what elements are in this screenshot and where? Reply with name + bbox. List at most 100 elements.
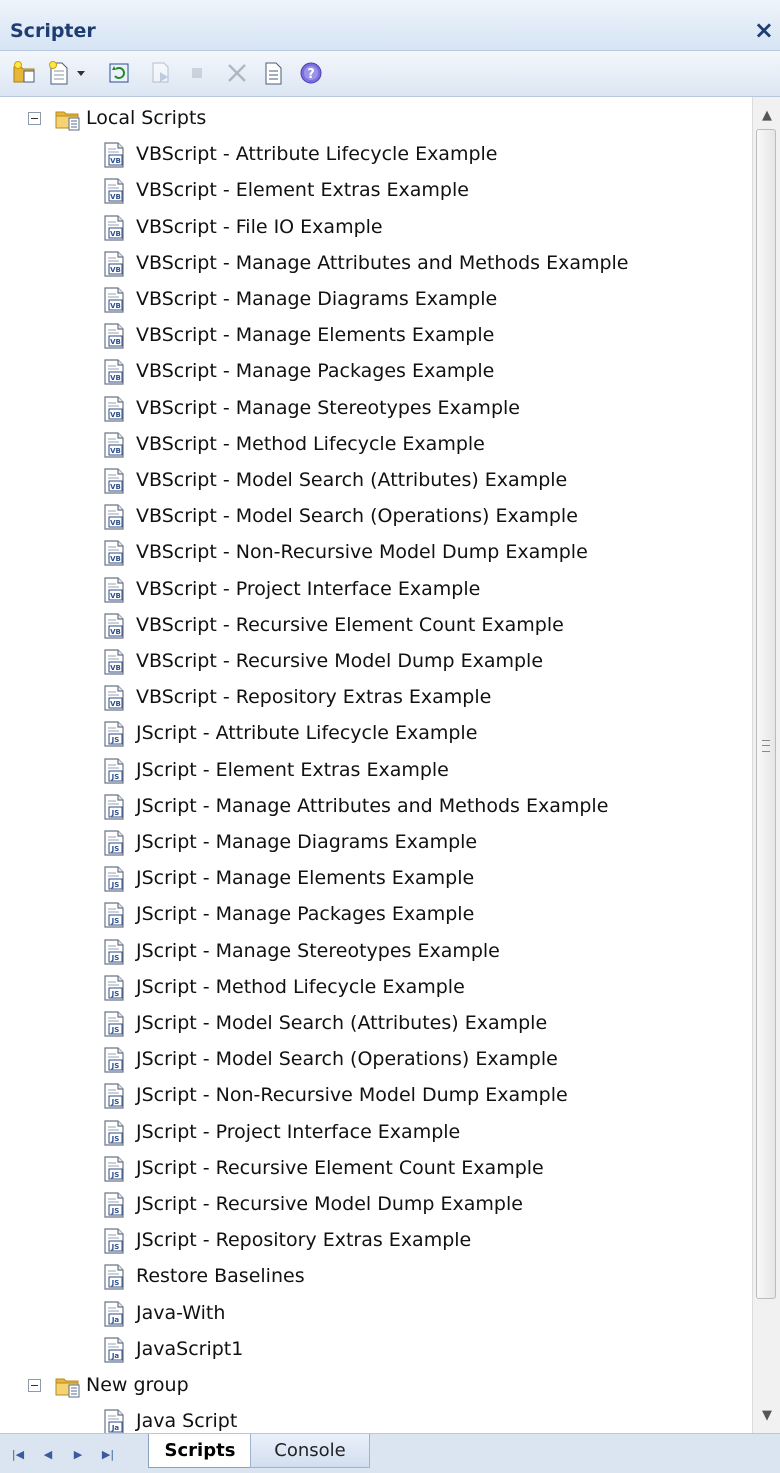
delete-button[interactable] bbox=[222, 59, 252, 87]
last-tab-button[interactable]: ▶| bbox=[98, 1444, 118, 1464]
close-button[interactable]: × bbox=[754, 16, 774, 44]
script-item[interactable]: VB VBScript - Attribute Lifecycle Exampl… bbox=[0, 137, 752, 173]
vbscript-file-icon: VB bbox=[104, 287, 124, 313]
svg-text:JS: JS bbox=[111, 845, 120, 853]
script-label: JScript - Manage Elements Example bbox=[136, 867, 475, 890]
svg-text:VB: VB bbox=[110, 266, 121, 274]
new-script-button[interactable] bbox=[44, 59, 74, 87]
script-item[interactable]: VB VBScript - Manage Packages Example bbox=[0, 354, 752, 390]
next-tab-button[interactable]: ▶ bbox=[68, 1444, 88, 1464]
script-item[interactable]: VB VBScript - Non-Recursive Model Dump E… bbox=[0, 535, 752, 571]
delete-icon bbox=[228, 64, 246, 82]
script-label: JScript - Manage Diagrams Example bbox=[136, 831, 478, 853]
script-item[interactable]: JS JScript - Recursive Element Count Exa… bbox=[0, 1151, 752, 1187]
script-label: VBScript - Method Lifecycle Example bbox=[136, 432, 485, 455]
svg-text:VB: VB bbox=[110, 374, 121, 382]
script-item[interactable]: JS JScript - Model Search (Operations) E… bbox=[0, 1042, 752, 1078]
vbscript-file-icon: VB bbox=[104, 359, 124, 385]
script-tree: Local Scripts VB VBScript - Attribute Li… bbox=[0, 97, 752, 1433]
script-item[interactable]: JS JScript - Manage Diagrams Example bbox=[0, 825, 752, 861]
script-item[interactable]: VB VBScript - Manage Stereotypes Example bbox=[0, 391, 752, 427]
script-item[interactable]: JS JScript - Manage Attributes and Metho… bbox=[0, 789, 752, 825]
vbscript-file-icon: VB bbox=[104, 540, 124, 566]
script-label: JScript - Recursive Element Count Exampl… bbox=[136, 1156, 544, 1179]
help-icon: ? bbox=[300, 62, 322, 84]
svg-text:JS: JS bbox=[111, 1062, 120, 1070]
tree-group[interactable]: Local Scripts bbox=[0, 101, 752, 137]
script-item[interactable]: JS JScript - Recursive Model Dump Exampl… bbox=[0, 1187, 752, 1223]
script-label: VBScript - Model Search (Attributes) Exa… bbox=[136, 469, 568, 491]
run-script-button[interactable] bbox=[146, 59, 176, 87]
script-label: VBScript - Attribute Lifecycle Example bbox=[136, 143, 498, 166]
new-script-dropdown[interactable] bbox=[74, 59, 88, 87]
svg-text:VB: VB bbox=[110, 193, 121, 201]
properties-button[interactable] bbox=[258, 59, 288, 87]
script-item[interactable]: VB VBScript - Model Search (Attributes) … bbox=[0, 463, 752, 499]
collapse-toggle[interactable] bbox=[28, 112, 41, 125]
script-item[interactable]: VB VBScript - Recursive Model Dump Examp… bbox=[0, 644, 752, 680]
script-item[interactable]: JS JScript - Attribute Lifecycle Example bbox=[0, 716, 752, 752]
group-label: Local Scripts bbox=[86, 107, 207, 129]
script-item[interactable]: Ja Java Script bbox=[0, 1404, 752, 1433]
script-item[interactable]: JS JScript - Repository Extras Example bbox=[0, 1223, 752, 1259]
jscript-file-icon: JS bbox=[104, 721, 124, 747]
scroll-thumb[interactable] bbox=[756, 129, 776, 1299]
script-item[interactable]: JS JScript - Element Extras Example bbox=[0, 753, 752, 789]
scroll-up-arrow[interactable]: ▲ bbox=[753, 101, 780, 129]
stop-script-button[interactable] bbox=[182, 59, 212, 87]
vbscript-file-icon: VB bbox=[104, 576, 124, 603]
script-item[interactable]: VB VBScript - Manage Elements Example bbox=[0, 318, 752, 354]
svg-text:VB: VB bbox=[110, 230, 121, 238]
tab-console[interactable]: Console bbox=[250, 1434, 370, 1468]
script-item[interactable]: VB VBScript - Repository Extras Example bbox=[0, 680, 752, 716]
script-item[interactable]: VB VBScript - Model Search (Operations) … bbox=[0, 499, 752, 535]
script-item[interactable]: JS JScript - Model Search (Attributes) E… bbox=[0, 1006, 752, 1042]
svg-text:VB: VB bbox=[110, 447, 121, 455]
scroll-down-arrow[interactable]: ▼ bbox=[753, 1401, 780, 1429]
script-label: VBScript - File IO Example bbox=[136, 215, 383, 238]
script-item[interactable]: JS JScript - Manage Packages Example bbox=[0, 897, 752, 933]
script-item[interactable]: VB VBScript - Project Interface Example bbox=[0, 572, 752, 608]
help-button[interactable]: ? bbox=[296, 59, 326, 87]
script-label: JScript - Attribute Lifecycle Example bbox=[136, 722, 478, 745]
script-label: VBScript - Manage Attributes and Methods… bbox=[136, 251, 629, 274]
script-item[interactable]: JS JScript - Manage Elements Example bbox=[0, 861, 752, 897]
tree-group[interactable]: New group bbox=[0, 1368, 752, 1404]
first-tab-button[interactable]: |◀ bbox=[8, 1444, 28, 1464]
script-item[interactable]: JS JScript - Non-Recursive Model Dump Ex… bbox=[0, 1078, 752, 1114]
vbscript-file-icon: VB bbox=[104, 468, 124, 494]
svg-text:JS: JS bbox=[111, 773, 120, 781]
script-label: JScript - Model Search (Attributes) Exam… bbox=[136, 1012, 548, 1034]
script-label: JScript - Element Extras Example bbox=[136, 758, 449, 781]
script-item[interactable]: JS Restore Baselines bbox=[0, 1259, 752, 1295]
refresh-button[interactable] bbox=[104, 59, 134, 87]
vertical-scrollbar[interactable]: ▲ ▼ bbox=[752, 97, 780, 1433]
vbscript-file-icon: VB bbox=[104, 649, 124, 675]
jscript-file-icon: JS bbox=[104, 794, 124, 820]
script-label: JavaScript1 bbox=[136, 1337, 244, 1360]
new-group-button[interactable] bbox=[10, 59, 40, 87]
script-item[interactable]: VB VBScript - Recursive Element Count Ex… bbox=[0, 608, 752, 644]
svg-text:JS: JS bbox=[111, 917, 120, 925]
svg-text:JS: JS bbox=[111, 1243, 120, 1251]
script-item[interactable]: Ja JavaScript1 bbox=[0, 1332, 752, 1368]
window-title: Scripter bbox=[10, 20, 96, 42]
script-item[interactable]: VB VBScript - Manage Diagrams Example bbox=[0, 282, 752, 318]
tab-scripts[interactable]: Scripts bbox=[148, 1434, 252, 1468]
script-item[interactable]: JS JScript - Method Lifecycle Example bbox=[0, 970, 752, 1006]
previous-tab-button[interactable]: ◀ bbox=[38, 1444, 58, 1464]
run-script-icon bbox=[152, 62, 169, 83]
properties-icon bbox=[265, 62, 282, 85]
bottom-tab-bar: |◀ ◀ ▶ ▶| Scripts Console bbox=[0, 1433, 780, 1473]
vbscript-file-icon: VB bbox=[104, 178, 124, 204]
collapse-toggle[interactable] bbox=[28, 1379, 41, 1392]
script-item[interactable]: Ja Java-With bbox=[0, 1296, 752, 1332]
script-item[interactable]: JS JScript - Project Interface Example bbox=[0, 1115, 752, 1151]
svg-text:Ja: Ja bbox=[111, 1316, 120, 1324]
script-item[interactable]: JS JScript - Manage Stereotypes Example bbox=[0, 934, 752, 970]
script-item[interactable]: VB VBScript - Manage Attributes and Meth… bbox=[0, 246, 752, 282]
script-item[interactable]: VB VBScript - Element Extras Example bbox=[0, 173, 752, 209]
script-item[interactable]: VB VBScript - Method Lifecycle Example bbox=[0, 427, 752, 463]
new-script-icon bbox=[49, 61, 68, 85]
script-item[interactable]: VB VBScript - File IO Example bbox=[0, 210, 752, 246]
